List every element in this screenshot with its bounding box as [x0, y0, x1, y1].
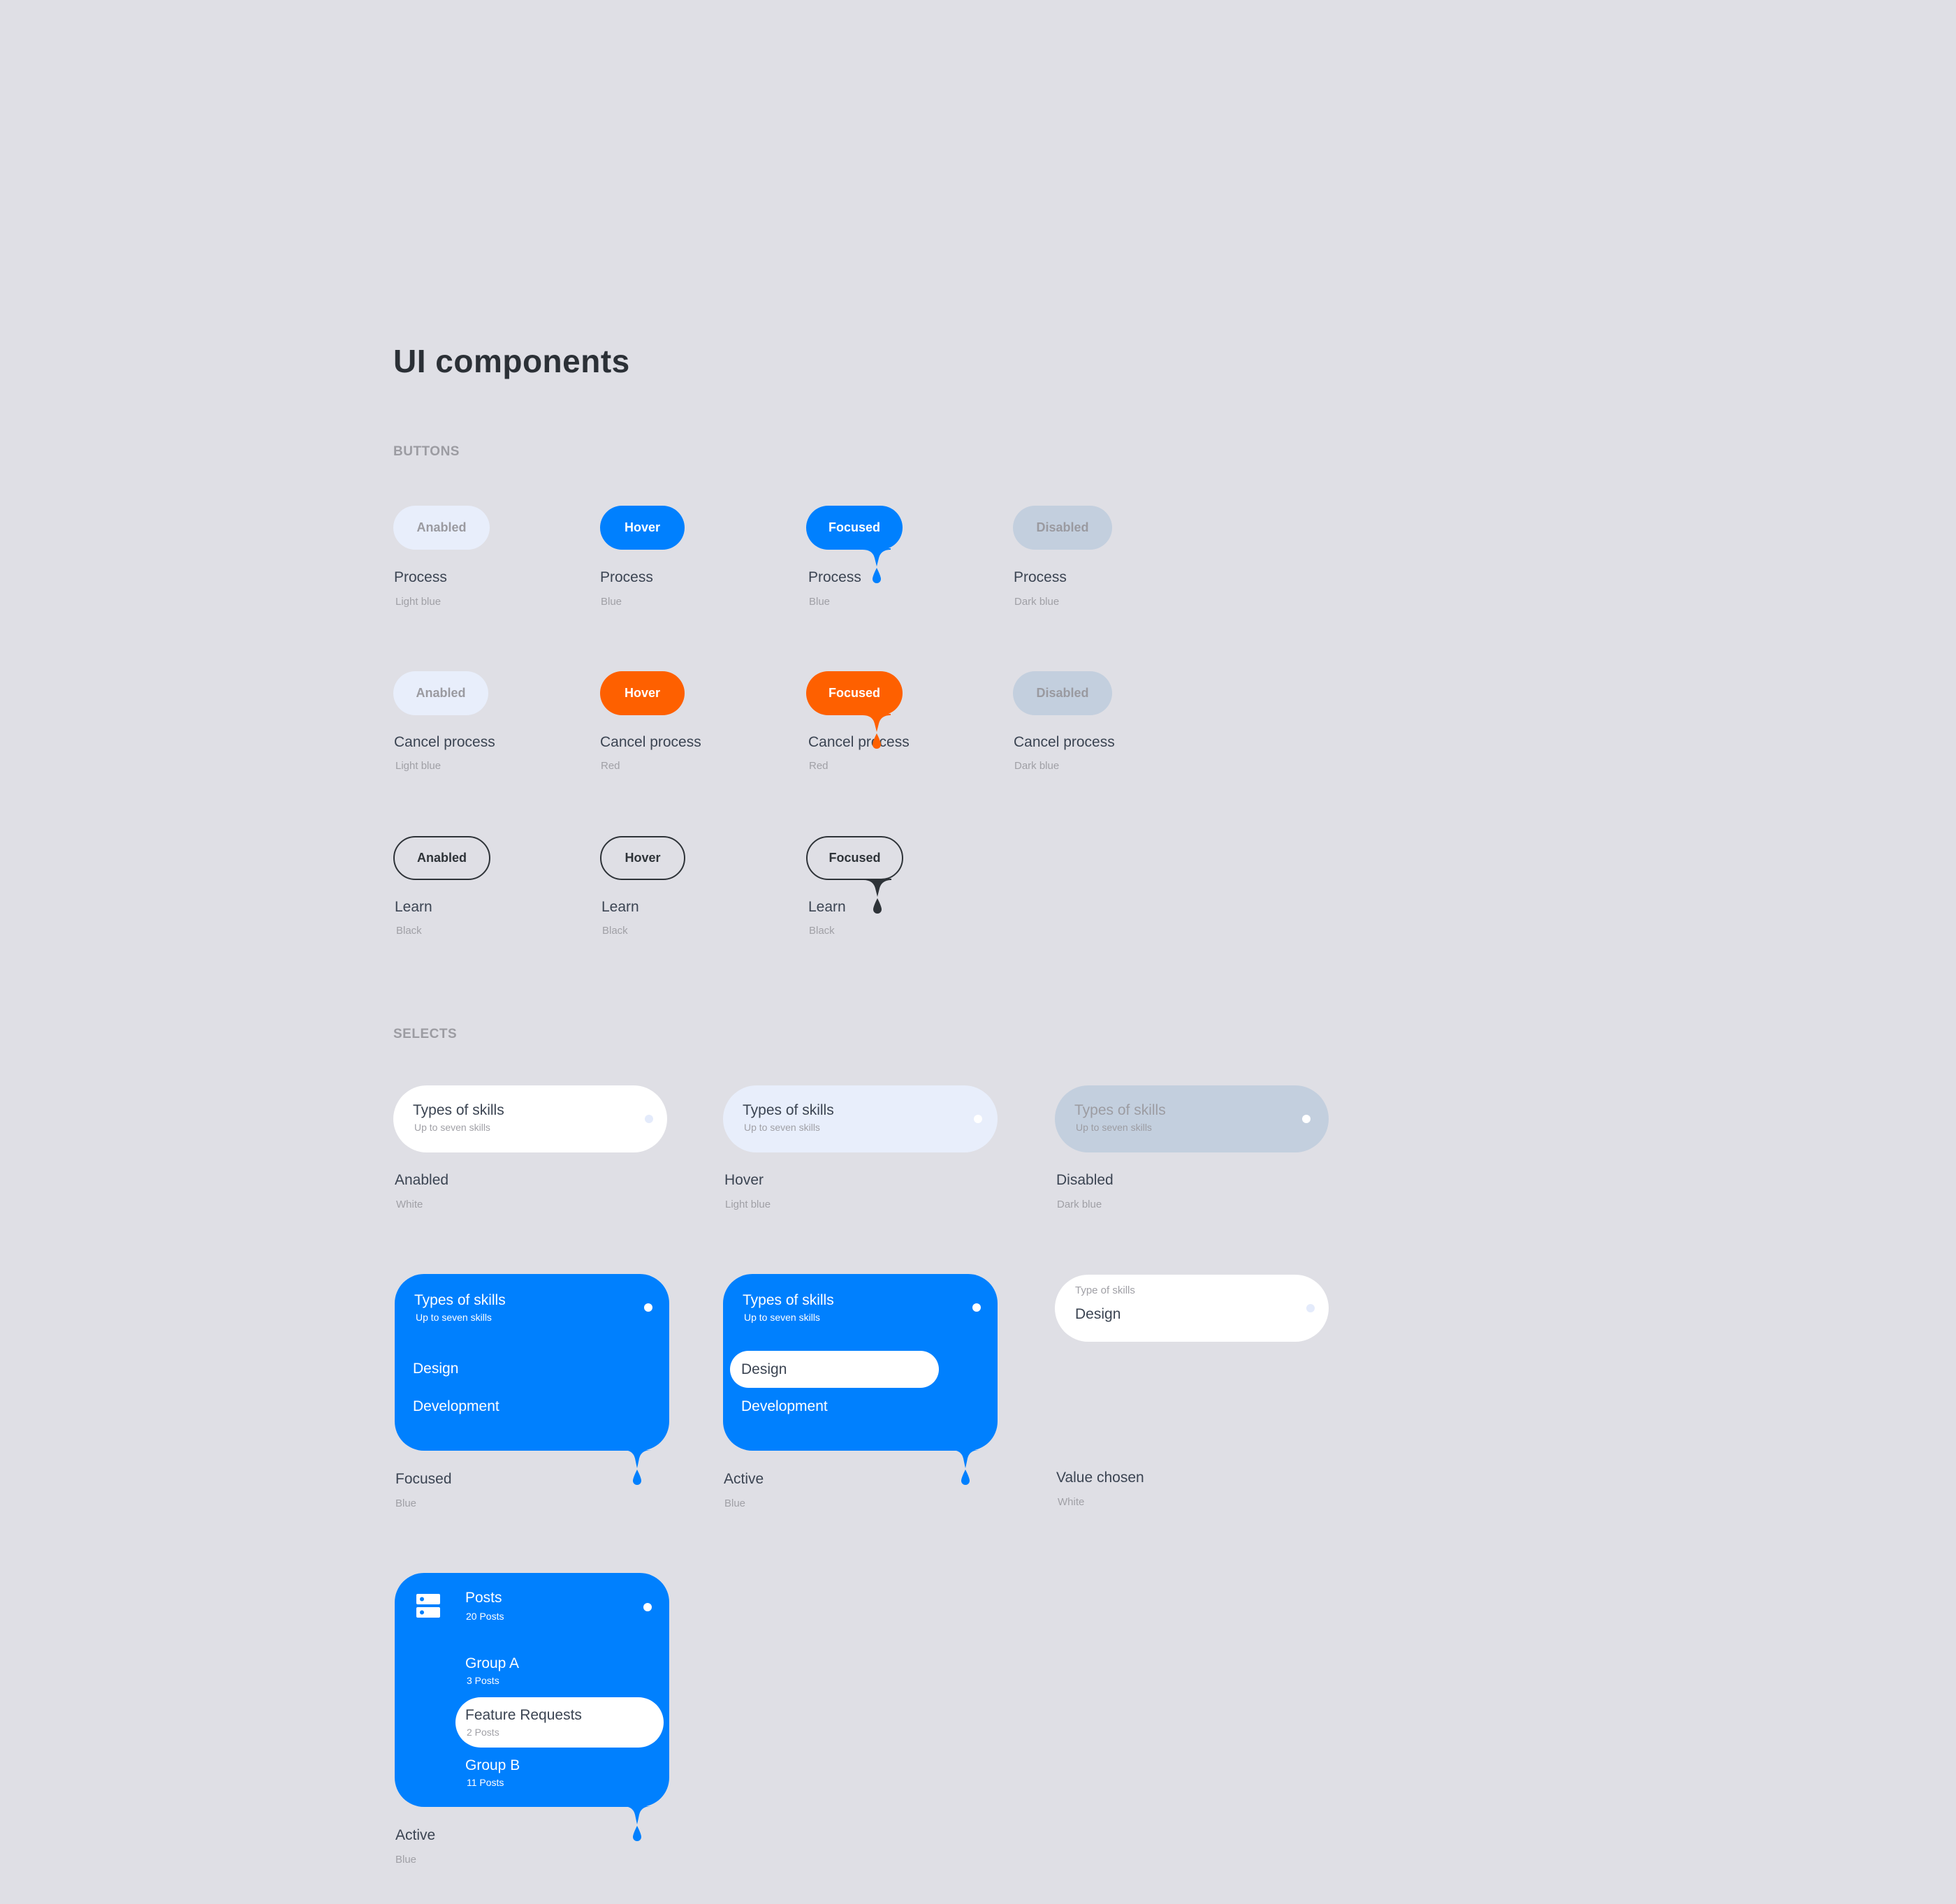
select-color-caption: Blue [724, 1497, 746, 1509]
group-count: 3 Posts [467, 1675, 499, 1686]
select-hover[interactable]: Types of skills Up to seven skills [723, 1085, 998, 1152]
focus-drip-icon [623, 1450, 651, 1485]
button-label: Cancel process [394, 734, 495, 750]
select-state-label: Value chosen [1056, 1470, 1144, 1486]
process-button-disabled: Disabled [1013, 506, 1112, 550]
posts-select-active[interactable]: Posts 20 Posts Group A 3 Posts Feature R… [395, 1573, 669, 1807]
select-field-label: Type of skills [1075, 1284, 1135, 1296]
button-color-caption: Red [809, 760, 829, 772]
button-color-caption: Blue [809, 596, 831, 608]
select-subtitle: Up to seven skills [414, 1122, 490, 1133]
group-title: Group B [465, 1757, 520, 1773]
button-label: Process [394, 569, 447, 585]
dot-indicator-icon [972, 1303, 981, 1312]
dot-indicator-icon [1302, 1115, 1311, 1123]
posts-group-item[interactable]: Group A 3 Posts [465, 1655, 519, 1686]
dot-indicator-icon [643, 1603, 652, 1611]
process-button-enabled[interactable]: Anabled [393, 506, 490, 550]
learn-button-hover[interactable]: Hover [600, 836, 685, 880]
dot-indicator-icon [974, 1115, 982, 1123]
button-color-caption: Black [809, 925, 835, 937]
button-label: Cancel process [808, 734, 910, 750]
group-count: 11 Posts [467, 1777, 504, 1788]
select-state-label: Hover [724, 1172, 764, 1188]
posts-subtitle: 20 Posts [466, 1611, 504, 1622]
button-color-caption: Dark blue [1014, 760, 1060, 772]
button-label: Process [600, 569, 653, 585]
select-active[interactable]: Types of skills Up to seven skills Desig… [723, 1274, 998, 1451]
select-option[interactable]: Development [413, 1398, 499, 1415]
dot-indicator-icon [1306, 1304, 1315, 1312]
cancel-button-disabled: Disabled [1013, 671, 1112, 715]
cancel-button-hover[interactable]: Hover [600, 671, 685, 715]
select-title: Types of skills [413, 1102, 504, 1118]
focus-drip-icon [863, 548, 891, 583]
select-state-label: Anabled [395, 1172, 449, 1188]
button-color-caption: Blue [601, 596, 622, 608]
select-enabled[interactable]: Types of skills Up to seven skills [393, 1085, 667, 1152]
select-subtitle: Up to seven skills [744, 1122, 820, 1133]
button-color-caption: Light blue [395, 596, 441, 608]
select-color-caption: Light blue [725, 1199, 771, 1210]
select-color-caption: Blue [395, 1497, 417, 1509]
learn-button-enabled[interactable]: Anabled [393, 836, 490, 880]
select-state-label: Active [724, 1471, 764, 1487]
button-color-caption: Dark blue [1014, 596, 1060, 608]
button-label: Learn [395, 899, 432, 915]
cancel-button-enabled[interactable]: Anabled [393, 671, 488, 715]
select-title: Types of skills [414, 1292, 506, 1308]
select-focused[interactable]: Types of skills Up to seven skills Desig… [395, 1274, 669, 1451]
button-color-caption: Red [601, 760, 620, 772]
button-label: Process [808, 569, 861, 585]
select-color-caption: Dark blue [1057, 1199, 1102, 1210]
select-subtitle: Up to seven skills [744, 1312, 820, 1323]
section-heading-selects: SELECTS [393, 1027, 458, 1041]
button-label: Process [1014, 569, 1067, 585]
process-button-focused[interactable]: Focused [806, 506, 903, 550]
section-heading-buttons: BUTTONS [393, 444, 460, 459]
button-color-caption: Black [396, 925, 422, 937]
focus-drip-icon [863, 879, 891, 914]
posts-group-item-selected[interactable]: Feature Requests 2 Posts [455, 1697, 664, 1748]
cancel-button-focused[interactable]: Focused [806, 671, 903, 715]
select-title: Types of skills [743, 1292, 834, 1308]
group-title: Feature Requests [465, 1707, 582, 1723]
select-title: Types of skills [743, 1102, 834, 1118]
select-option[interactable]: Development [741, 1398, 828, 1415]
select-state-label: Focused [395, 1471, 452, 1487]
posts-title: Posts [465, 1590, 502, 1606]
posts-group-item[interactable]: Group B 11 Posts [465, 1757, 520, 1788]
select-state-label: Active [395, 1827, 436, 1843]
focus-drip-icon [623, 1806, 651, 1841]
group-title: Group A [465, 1655, 520, 1671]
group-count: 2 Posts [467, 1727, 499, 1738]
server-icon [416, 1594, 440, 1618]
dot-indicator-icon [645, 1115, 653, 1123]
button-label: Learn [808, 899, 846, 915]
learn-button-focused[interactable]: Focused [806, 836, 903, 880]
select-option-selected[interactable]: Design [730, 1351, 939, 1388]
select-color-caption: White [1058, 1496, 1085, 1508]
dot-indicator-icon [644, 1303, 652, 1312]
select-subtitle: Up to seven skills [416, 1312, 492, 1323]
button-color-caption: Black [602, 925, 628, 937]
select-state-label: Disabled [1056, 1172, 1114, 1188]
select-value-chosen[interactable]: Type of skills Design [1055, 1275, 1329, 1342]
select-color-caption: White [396, 1199, 423, 1210]
button-label: Learn [601, 899, 639, 915]
button-label: Cancel process [1014, 734, 1115, 750]
select-color-caption: Blue [395, 1854, 417, 1866]
button-color-caption: Light blue [395, 760, 441, 772]
select-subtitle: Up to seven skills [1076, 1122, 1152, 1133]
button-label: Cancel process [600, 734, 701, 750]
select-value: Design [1075, 1306, 1121, 1322]
select-disabled: Types of skills Up to seven skills [1055, 1085, 1329, 1152]
process-button-hover[interactable]: Hover [600, 506, 685, 550]
page-title: UI components [393, 343, 630, 379]
select-title: Types of skills [1074, 1102, 1166, 1118]
focus-drip-icon [863, 714, 891, 749]
select-option[interactable]: Design [413, 1361, 458, 1377]
focus-drip-icon [951, 1450, 979, 1485]
